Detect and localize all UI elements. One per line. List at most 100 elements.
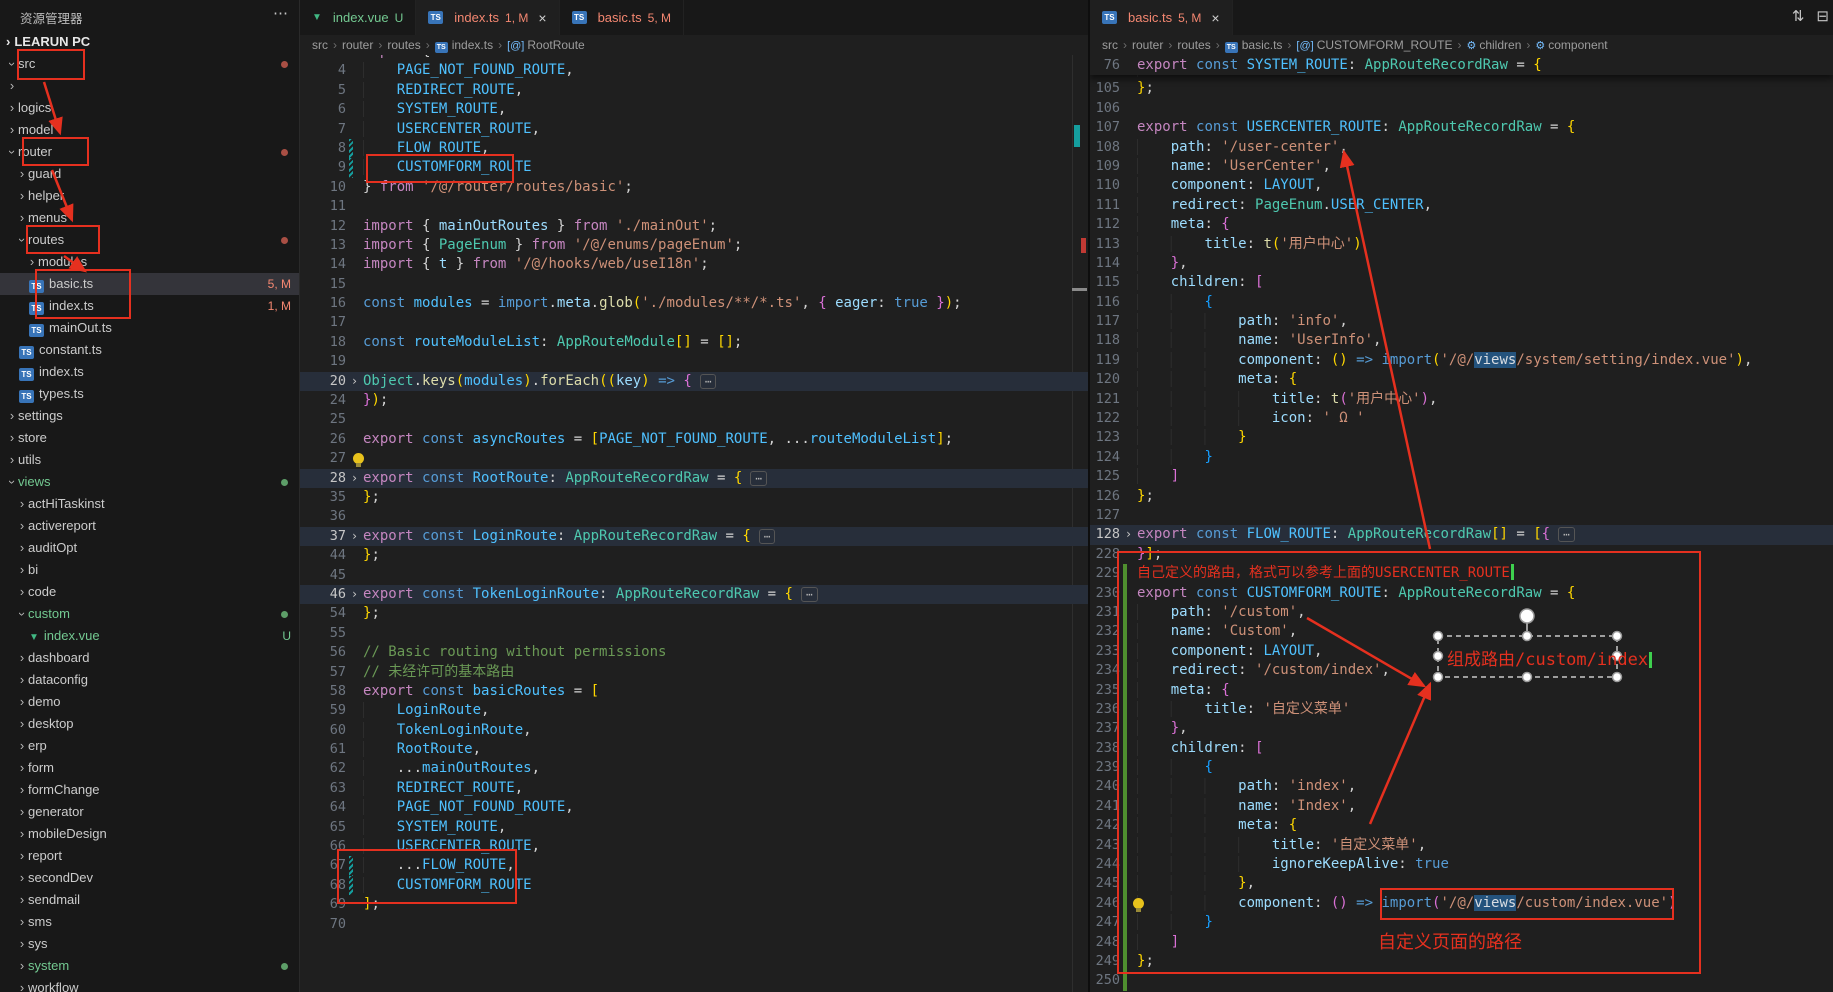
tree-item-constant.ts[interactable]: TSconstant.ts: [0, 339, 299, 361]
code-line-13[interactable]: 13import { PageEnum } from '/@/enums/pag…: [300, 236, 1088, 255]
code-line-122[interactable]: 122 icon: ' Ω ': [1090, 409, 1833, 428]
code-line-5[interactable]: 5 REDIRECT_ROUTE,: [300, 81, 1088, 100]
code-line-248[interactable]: 248 ]: [1090, 933, 1833, 952]
folded-code-ellipsis[interactable]: ⋯: [759, 529, 776, 544]
code-line-250[interactable]: 250: [1090, 971, 1833, 990]
close-icon[interactable]: ×: [1211, 10, 1219, 26]
close-icon[interactable]: ×: [538, 10, 546, 26]
tab-basic.ts[interactable]: TSbasic.ts5, M: [560, 0, 684, 35]
code-line-237[interactable]: 237 },: [1090, 719, 1833, 738]
tree-item-model[interactable]: ›model: [0, 119, 299, 141]
layout-panel-icon[interactable]: ⊟: [1816, 7, 1829, 25]
breadcrumb-item[interactable]: src: [312, 38, 328, 52]
code-line-120[interactable]: 120 meta: {: [1090, 370, 1833, 389]
code-line-61[interactable]: 61 RootRoute,: [300, 740, 1088, 759]
code-line-125[interactable]: 125 ]: [1090, 467, 1833, 486]
code-line-229[interactable]: 229自己定义的路由，格式可以参考上面的USERCENTER_ROUTE: [1090, 564, 1833, 583]
code-line-247[interactable]: 247 }: [1090, 913, 1833, 932]
tree-item-erp[interactable]: ›erp: [0, 735, 299, 757]
code-line-37[interactable]: 37›export const LoginRoute: AppRouteReco…: [300, 527, 1088, 546]
tree-item-store[interactable]: ›store: [0, 427, 299, 449]
code-line-113[interactable]: 113 title: t('用户中心'): [1090, 235, 1833, 254]
code-line-246[interactable]: 246 component: () => import('/@/views/cu…: [1090, 894, 1833, 913]
breadcrumb-item[interactable]: routes: [1177, 38, 1210, 52]
code-line-76[interactable]: 76export const SYSTEM_ROUTE: AppRouteRec…: [1090, 55, 1833, 75]
code-line-233[interactable]: 233 component: LAYOUT,: [1090, 642, 1833, 661]
code-line-242[interactable]: 242 meta: {: [1090, 816, 1833, 835]
tree-item-bi[interactable]: ›bi: [0, 559, 299, 581]
code-line-234[interactable]: 234 redirect: '/custom/index',: [1090, 661, 1833, 680]
code-line-26[interactable]: 26export const asyncRoutes = [PAGE_NOT_F…: [300, 430, 1088, 449]
tree-item-desktop[interactable]: ›desktop: [0, 713, 299, 735]
tree-item-sendmail[interactable]: ›sendmail: [0, 889, 299, 911]
code-editor-basic-ts[interactable]: 104 }105};106107export const USERCENTER_…: [1090, 60, 1833, 991]
code-line-44[interactable]: 44};: [300, 546, 1088, 565]
tree-item-activereport[interactable]: ›activereport: [0, 515, 299, 537]
code-line-46[interactable]: 46›export const TokenLoginRoute: AppRout…: [300, 585, 1088, 604]
tab-index.ts[interactable]: TSindex.ts1, M×: [416, 0, 559, 35]
tree-item-modules[interactable]: ›modules: [0, 251, 299, 273]
code-line-249[interactable]: 249};: [1090, 952, 1833, 971]
tree-item-helper[interactable]: ›helper: [0, 185, 299, 207]
tree-item-index.ts[interactable]: TSindex.ts1, M: [0, 295, 299, 317]
code-line-111[interactable]: 111 redirect: PageEnum.USER_CENTER,: [1090, 196, 1833, 215]
code-line-19[interactable]: 19: [300, 352, 1088, 371]
tree-item-form[interactable]: ›form: [0, 757, 299, 779]
code-line-64[interactable]: 64 PAGE_NOT_FOUND_ROUTE,: [300, 798, 1088, 817]
code-line-4[interactable]: 4 PAGE_NOT_FOUND_ROUTE,: [300, 61, 1088, 80]
fold-collapsed-icon[interactable]: ›: [1120, 525, 1137, 544]
tree-item-guard[interactable]: ›guard: [0, 163, 299, 185]
code-line-24[interactable]: 24});: [300, 391, 1088, 410]
lightbulb-icon[interactable]: [353, 453, 364, 464]
code-line-6[interactable]: 6 SYSTEM_ROUTE,: [300, 100, 1088, 119]
breadcrumb-item[interactable]: basic.ts: [1242, 38, 1283, 52]
code-line-232[interactable]: 232 name: 'Custom',: [1090, 622, 1833, 641]
tree-item-sys[interactable]: ›sys: [0, 933, 299, 955]
tree-item-system[interactable]: ›system: [0, 955, 299, 977]
tree-item-custom[interactable]: ›custom: [0, 603, 299, 625]
code-line-65[interactable]: 65 SYSTEM_ROUTE,: [300, 818, 1088, 837]
breadcrumb-item[interactable]: RootRoute: [527, 38, 584, 52]
code-line-115[interactable]: 115 children: [: [1090, 273, 1833, 292]
tree-item-hidden[interactable]: ›: [0, 75, 299, 97]
fold-collapsed-icon[interactable]: ›: [346, 527, 363, 546]
code-line-243[interactable]: 243 title: '自定义菜单',: [1090, 836, 1833, 855]
folded-code-ellipsis[interactable]: ⋯: [1558, 527, 1575, 542]
tree-item-sms[interactable]: ›sms: [0, 911, 299, 933]
code-line-239[interactable]: 239 {: [1090, 758, 1833, 777]
code-line-14[interactable]: 14import { t } from '/@/hooks/web/useI18…: [300, 255, 1088, 274]
breadcrumb-item[interactable]: router: [1132, 38, 1163, 52]
code-line-108[interactable]: 108 path: '/user-center',: [1090, 138, 1833, 157]
code-line-8[interactable]: 8 FLOW_ROUTE,: [300, 139, 1088, 158]
code-line-66[interactable]: 66 USERCENTER_ROUTE,: [300, 837, 1088, 856]
code-line-119[interactable]: 119 component: () => import('/@/views/sy…: [1090, 351, 1833, 370]
tree-item-views[interactable]: ›views: [0, 471, 299, 493]
code-line-45[interactable]: 45: [300, 566, 1088, 585]
code-line-63[interactable]: 63 REDIRECT_ROUTE,: [300, 779, 1088, 798]
tree-item-report[interactable]: ›report: [0, 845, 299, 867]
breadcrumb-group-2[interactable]: src›router›routes›TSbasic.ts›[@]CUSTOMFO…: [1090, 35, 1833, 55]
code-line-244[interactable]: 244 ignoreKeepAlive: true: [1090, 855, 1833, 874]
code-line-230[interactable]: 230export const CUSTOMFORM_ROUTE: AppRou…: [1090, 584, 1833, 603]
tree-item-menus[interactable]: ›menus: [0, 207, 299, 229]
code-line-240[interactable]: 240 path: 'index',: [1090, 777, 1833, 796]
code-line-12[interactable]: 12import { mainOutRoutes } from './mainO…: [300, 217, 1088, 236]
breadcrumb-item[interactable]: index.ts: [452, 38, 493, 52]
code-line-228[interactable]: 228}];: [1090, 545, 1833, 564]
code-line-114[interactable]: 114 },: [1090, 254, 1833, 273]
fold-collapsed-icon[interactable]: ›: [346, 372, 363, 391]
breadcrumb-item[interactable]: children: [1479, 38, 1521, 52]
tree-item-secondDev[interactable]: ›secondDev: [0, 867, 299, 889]
tree-item-basic.ts[interactable]: TSbasic.ts5, M: [0, 273, 299, 295]
code-line-105[interactable]: 105};: [1090, 79, 1833, 98]
code-line-15[interactable]: 15: [300, 275, 1088, 294]
code-line-55[interactable]: 55: [300, 624, 1088, 643]
code-line-56[interactable]: 56// Basic routing without permissions: [300, 643, 1088, 662]
code-line-235[interactable]: 235 meta: {: [1090, 681, 1833, 700]
code-line-118[interactable]: 118 name: 'UserInfo',: [1090, 331, 1833, 350]
sticky-scroll-line[interactable]: 76export const SYSTEM_ROUTE: AppRouteRec…: [1090, 55, 1833, 75]
code-line-58[interactable]: 58export const basicRoutes = [: [300, 682, 1088, 701]
code-line-28[interactable]: 28›export const RootRoute: AppRouteRecor…: [300, 469, 1088, 488]
breadcrumb-item[interactable]: router: [342, 38, 373, 52]
code-line-69[interactable]: 69];: [300, 895, 1088, 914]
